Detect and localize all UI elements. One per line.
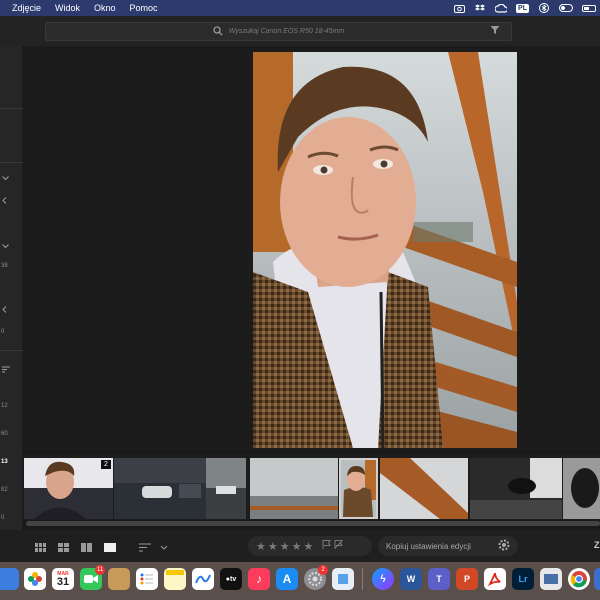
battery-icon xyxy=(582,4,596,12)
menu-okno[interactable]: Okno xyxy=(94,3,116,13)
slider-value: 82 xyxy=(1,487,8,493)
apple-tv-icon[interactable]: ●tv xyxy=(220,568,242,590)
input-language-badge[interactable]: PL xyxy=(516,3,529,13)
detail-view-icon[interactable] xyxy=(104,540,117,552)
slider-value: 0 xyxy=(1,515,5,521)
sort-icon[interactable] xyxy=(2,366,12,375)
slider-value: 12 xyxy=(1,403,8,409)
calendar-day: 31 xyxy=(56,575,70,588)
contacts-icon[interactable] xyxy=(108,568,130,590)
flag-reject-icon[interactable] xyxy=(334,540,344,552)
filmstrip-thumb[interactable] xyxy=(563,458,600,519)
panel-divider xyxy=(0,162,23,163)
search-icon xyxy=(213,23,223,41)
word-letter: W xyxy=(406,574,416,584)
dock-divider xyxy=(362,568,363,590)
teams-icon[interactable]: T xyxy=(428,568,450,590)
chevron-down-icon[interactable] xyxy=(160,540,173,550)
main-photo[interactable] xyxy=(253,52,517,448)
screenshot-icon[interactable] xyxy=(540,568,562,590)
star-rating[interactable]: ★★★★★ xyxy=(256,540,315,553)
menu-zdjecie[interactable]: Zdjęcie xyxy=(12,3,41,13)
chevron-left-icon[interactable] xyxy=(2,306,12,315)
copy-edit-settings-label: Kopiuj ustawienia edycji xyxy=(386,541,471,551)
notes-icon[interactable] xyxy=(164,568,186,590)
filmstrip-scrollbar[interactable] xyxy=(26,521,600,526)
panel-divider xyxy=(0,350,23,351)
filter-icon[interactable] xyxy=(490,25,502,37)
chevron-left-icon[interactable] xyxy=(2,197,12,206)
creative-cloud-icon[interactable] xyxy=(495,3,508,13)
dropbox-icon[interactable] xyxy=(474,3,486,13)
flag-pick-icon[interactable] xyxy=(322,540,332,552)
menu-widok[interactable]: Widok xyxy=(55,3,80,13)
camera-status-icon[interactable] xyxy=(453,3,465,13)
settings-gear-icon[interactable] xyxy=(497,538,511,552)
filmstrip-thumb[interactable] xyxy=(24,458,113,519)
finder-icon[interactable] xyxy=(0,568,19,590)
stack-count-badge: 2 xyxy=(101,460,111,469)
powerpoint-icon[interactable]: P xyxy=(456,568,478,590)
facetime-badge: 11 xyxy=(95,565,105,575)
slider-value: 60 xyxy=(1,431,8,437)
slider-value: 38 xyxy=(1,263,8,269)
slider-value: 13 xyxy=(1,459,8,465)
bluetooth-icon[interactable] xyxy=(538,3,550,13)
dock-overflow-icon[interactable] xyxy=(594,568,600,590)
freeform-icon[interactable] xyxy=(192,568,214,590)
lightroom-window: Zdjęcie Widok Okno Pomoc PL Wyszukaj Can… xyxy=(0,0,600,600)
acrobat-icon[interactable] xyxy=(484,568,506,590)
square-grid-icon[interactable] xyxy=(58,540,71,552)
filmstrip-thumb[interactable] xyxy=(380,458,468,519)
music-icon[interactable]: ♪ xyxy=(248,568,270,590)
compare-view-icon[interactable] xyxy=(81,540,94,552)
zoom-label: Z xyxy=(594,540,600,550)
messenger-icon[interactable]: ϟ xyxy=(372,568,394,590)
search-placeholder: Wyszukaj Canon EOS R50 18-45mm xyxy=(228,28,345,35)
filmstrip-thumb[interactable] xyxy=(470,458,562,519)
left-edit-panel: 38 0 12 60 13 82 0 68 xyxy=(0,46,23,562)
chevron-down-icon[interactable] xyxy=(2,174,12,183)
control-toggle-icon[interactable] xyxy=(559,4,573,12)
preview-icon[interactable] xyxy=(332,568,354,590)
calendar-icon[interactable]: MAR 31 xyxy=(52,568,74,590)
settings-badge: 2 xyxy=(318,565,328,575)
rating-bar[interactable]: ★★★★★ xyxy=(248,536,372,556)
sort-menu-icon[interactable] xyxy=(139,540,152,552)
filmstrip-thumb[interactable] xyxy=(206,458,246,519)
grid-view-icon[interactable] xyxy=(35,540,48,552)
menu-pomoc[interactable]: Pomoc xyxy=(130,3,158,13)
filmstrip-thumb[interactable] xyxy=(250,458,338,519)
search-input[interactable]: Wyszukaj Canon EOS R50 18-45mm xyxy=(45,22,512,41)
lightroom-letters: Lr xyxy=(518,574,528,584)
filmstrip-thumb-selected[interactable] xyxy=(339,458,378,519)
chevron-down-icon[interactable] xyxy=(2,242,12,251)
filmstrip-thumb[interactable] xyxy=(114,458,206,519)
photos-icon[interactable] xyxy=(24,568,46,590)
word-icon[interactable]: W xyxy=(400,568,422,590)
slider-value: 0 xyxy=(1,329,5,335)
app-store-icon[interactable]: A xyxy=(276,568,298,590)
panel-divider xyxy=(0,108,23,109)
lightroom-icon[interactable]: Lr xyxy=(512,568,534,590)
menu-bar: Zdjęcie Widok Okno Pomoc PL xyxy=(0,0,600,16)
chrome-icon[interactable] xyxy=(568,568,590,590)
reminders-icon[interactable] xyxy=(136,568,158,590)
